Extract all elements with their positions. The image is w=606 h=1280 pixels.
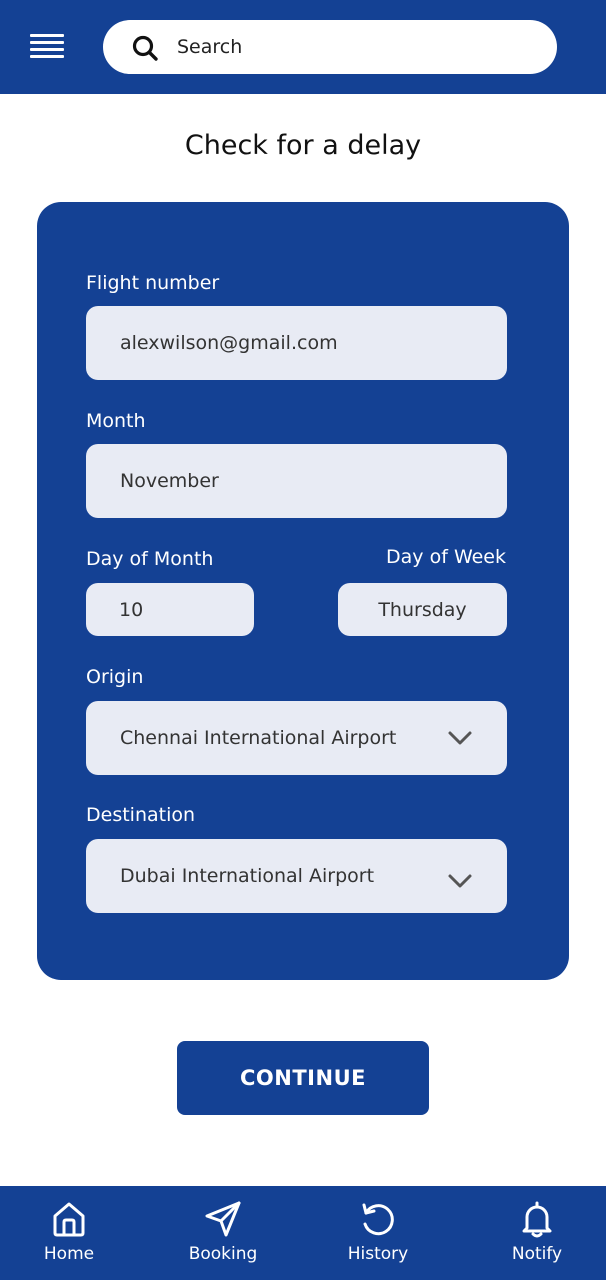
day-of-month-label: Day of Month xyxy=(86,548,214,570)
bell-icon xyxy=(522,1201,552,1238)
day-of-week-value: Thursday xyxy=(378,598,467,621)
origin-value: Chennai International Airport xyxy=(120,727,397,749)
flight-number-value: alexwilson@gmail.com xyxy=(120,332,338,354)
origin-select[interactable]: Chennai International Airport xyxy=(86,701,507,775)
destination-value: Dubai International Airport xyxy=(120,865,375,887)
bottom-navigation: Home Booking History Notify xyxy=(0,1186,606,1280)
chevron-down-icon xyxy=(448,874,472,888)
day-of-week-label: Day of Week xyxy=(386,546,506,568)
nav-item-booking[interactable]: Booking xyxy=(168,1186,278,1280)
destination-label: Destination xyxy=(86,804,196,826)
home-icon xyxy=(53,1202,85,1237)
day-of-month-value: 10 xyxy=(119,598,144,621)
chevron-down-icon xyxy=(448,731,472,745)
top-app-bar xyxy=(0,0,606,94)
nav-label-booking: Booking xyxy=(188,1244,258,1264)
origin-label: Origin xyxy=(86,666,144,688)
continue-button[interactable]: CONTINUE xyxy=(177,1041,429,1115)
nav-label-history: History xyxy=(347,1244,409,1264)
month-field[interactable]: November xyxy=(86,444,507,518)
search-input[interactable] xyxy=(177,30,537,64)
send-icon xyxy=(205,1201,241,1237)
flight-number-label: Flight number xyxy=(86,272,220,294)
search-icon xyxy=(132,35,158,61)
nav-item-home[interactable]: Home xyxy=(14,1186,124,1280)
page-title: Check for a delay xyxy=(184,130,422,161)
delay-form-card: Flight number alexwilson@gmail.com Month… xyxy=(37,202,569,980)
nav-label-notify: Notify xyxy=(511,1244,563,1264)
flight-number-field[interactable]: alexwilson@gmail.com xyxy=(86,306,507,380)
nav-item-history[interactable]: History xyxy=(323,1186,433,1280)
day-of-week-field[interactable]: Thursday xyxy=(338,583,507,636)
history-icon xyxy=(362,1203,394,1236)
month-label: Month xyxy=(86,410,146,432)
day-of-month-field[interactable]: 10 xyxy=(86,583,254,636)
nav-item-notify[interactable]: Notify xyxy=(482,1186,592,1280)
nav-label-home: Home xyxy=(43,1244,95,1264)
search-bar[interactable] xyxy=(103,20,557,74)
menu-icon[interactable] xyxy=(30,34,64,60)
destination-select[interactable]: Dubai International Airport xyxy=(86,839,507,913)
month-value: November xyxy=(120,470,219,492)
